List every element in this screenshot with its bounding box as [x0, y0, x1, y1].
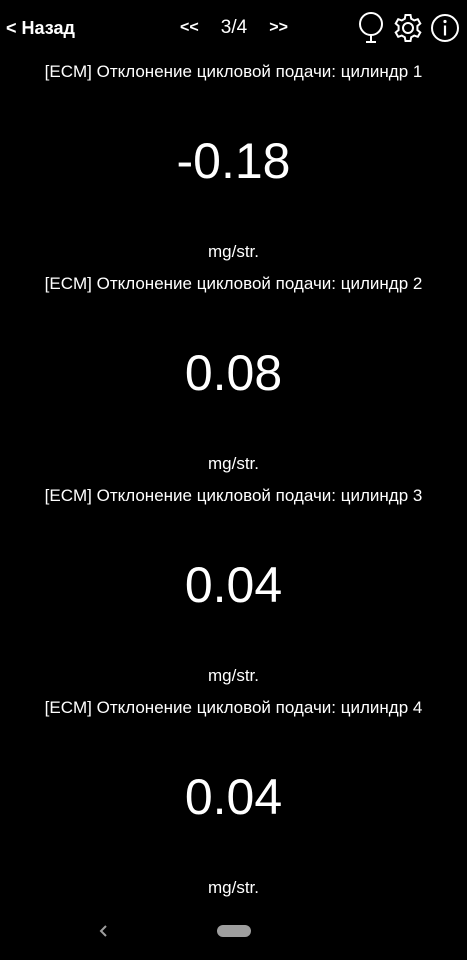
gear-icon[interactable] — [393, 12, 423, 44]
param-title: [ECM] Отклонение цикловой подачи: цилинд… — [44, 698, 423, 717]
param-unit: mg/str. — [207, 878, 259, 897]
info-icon[interactable] — [430, 12, 460, 44]
param-title: [ECM] Отклонение цикловой подачи: цилинд… — [44, 274, 423, 293]
param-value: 0.08 — [184, 345, 283, 401]
page-indicator: 3/4 — [220, 17, 248, 38]
param-value: 0.04 — [184, 769, 283, 825]
top-bar: < Назад << 3/4 >> — [0, 0, 467, 56]
param-title: [ECM] Отклонение цикловой подачи: цилинд… — [44, 62, 423, 81]
param-cylinder-2: [ECM] Отклонение цикловой подачи: цилинд… — [0, 273, 467, 485]
param-cylinder-3: [ECM] Отклонение цикловой подачи: цилинд… — [0, 485, 467, 697]
prev-page-button[interactable]: << — [180, 17, 199, 39]
param-value: 0.04 — [184, 557, 283, 613]
param-value: -0.18 — [176, 133, 291, 189]
param-unit: mg/str. — [207, 242, 259, 261]
param-unit: mg/str. — [207, 454, 259, 473]
balloon-icon[interactable] — [356, 12, 386, 44]
back-button[interactable]: < Назад — [6, 17, 75, 39]
pager: << 3/4 >> — [180, 17, 288, 39]
next-page-button[interactable]: >> — [269, 17, 288, 39]
chevron-left-icon[interactable] — [96, 920, 112, 942]
param-title: [ECM] Отклонение цикловой подачи: цилинд… — [44, 486, 423, 505]
param-cylinder-4: [ECM] Отклонение цикловой подачи: цилинд… — [0, 697, 467, 909]
param-cylinder-1: [ECM] Отклонение цикловой подачи: цилинд… — [0, 61, 467, 273]
home-pill-icon[interactable] — [217, 925, 251, 937]
param-unit: mg/str. — [207, 666, 259, 685]
